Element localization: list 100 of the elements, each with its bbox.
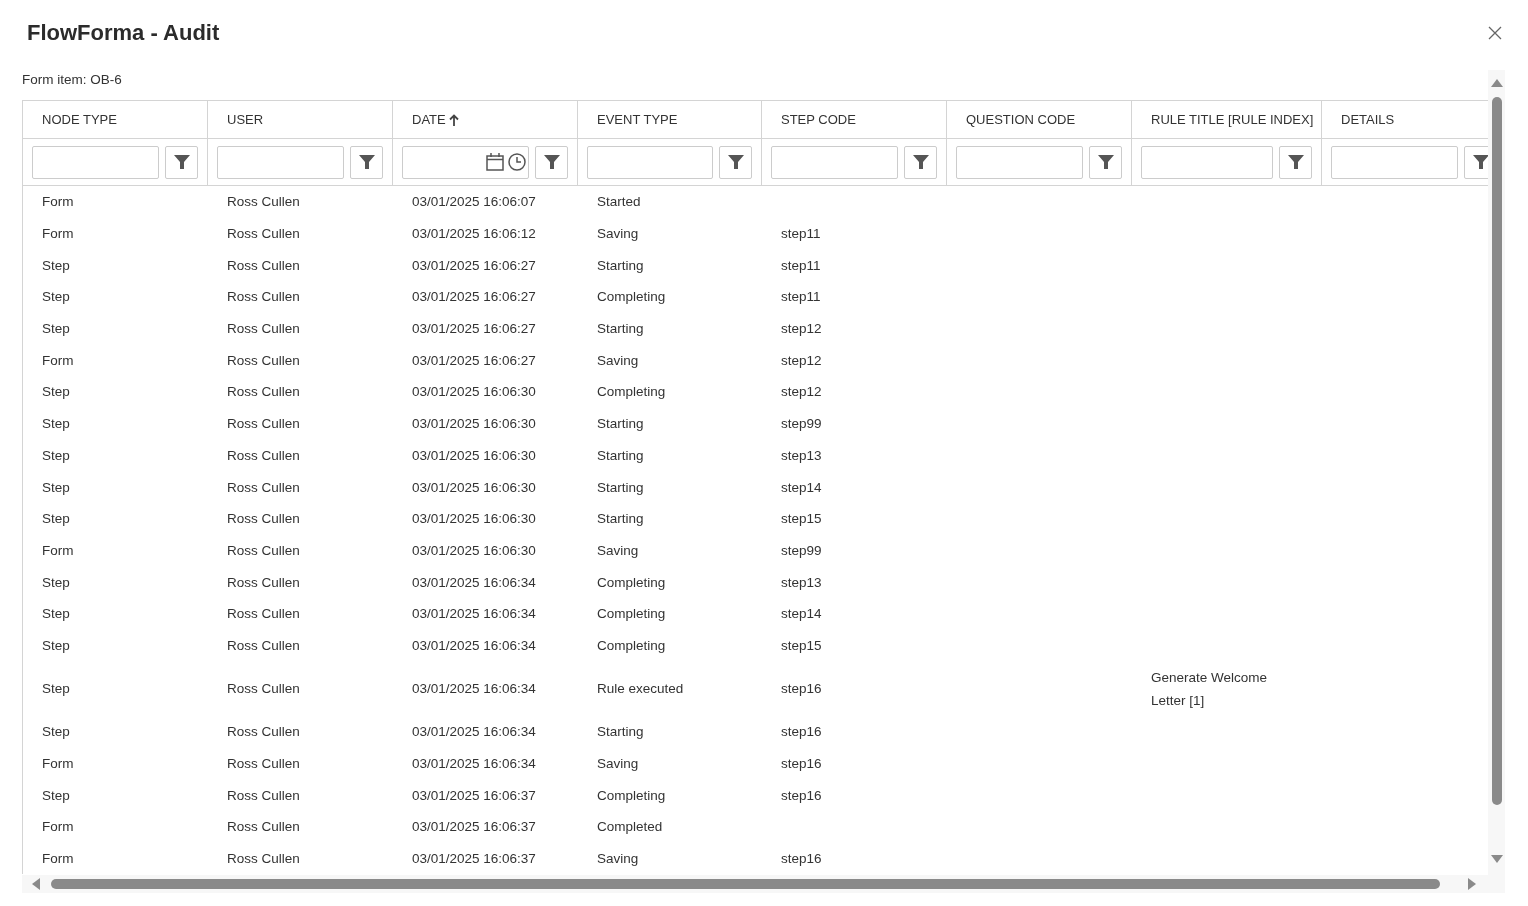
event-type-text: Started (597, 194, 641, 210)
event-type-text: Rule executed (597, 681, 684, 697)
filter-field[interactable] (1141, 145, 1273, 179)
filter-field[interactable] (956, 145, 1083, 179)
timestamp-text: 03/01/2025 16:06:34 (412, 681, 536, 697)
user-name-text: Ross Cullen (227, 289, 300, 305)
close-icon (1488, 26, 1502, 40)
step-code-text: step16 (781, 756, 822, 772)
date-filter-field[interactable] (402, 145, 529, 179)
step-code-text: step11 (781, 257, 821, 273)
filter-icon (1287, 154, 1304, 170)
node-type-text: Step (42, 416, 70, 432)
step-code-text: step16 (781, 724, 822, 740)
filter-field[interactable] (1331, 145, 1458, 179)
step-code-text: step15 (781, 637, 822, 653)
node-type-text: Step (42, 447, 70, 463)
timestamp-text: 03/01/2025 16:06:27 (412, 352, 536, 368)
node-type-text: Step (42, 321, 70, 337)
step-code-text: step12 (781, 321, 822, 337)
user-name-text: Ross Cullen (227, 542, 300, 558)
event-type-text: Starting (597, 511, 644, 527)
filter-button[interactable] (1279, 145, 1312, 179)
timestamp-text: 03/01/2025 16:06:27 (412, 289, 536, 305)
user-name-text: Ross Cullen (227, 724, 300, 740)
rule-title-text: Generate Welcome Letter [1] (1151, 669, 1268, 708)
user-name-text: Ross Cullen (227, 637, 300, 653)
user-name-text: Ross Cullen (227, 384, 300, 400)
step-code-text: step99 (781, 542, 822, 558)
filter-icon (1472, 154, 1488, 170)
filter-button[interactable] (1464, 145, 1488, 179)
filter-icon (543, 154, 560, 170)
column-header[interactable]: RULE TITLE [RULE INDEX] (1132, 101, 1322, 138)
filter-field[interactable] (32, 145, 159, 179)
scroll-right-arrow-icon[interactable] (1468, 878, 1476, 890)
filter-button[interactable] (1089, 145, 1122, 179)
node-type-text: Step (42, 289, 70, 305)
node-type-text: Step (42, 637, 70, 653)
node-type-text: Step (42, 606, 70, 622)
event-type-text: Saving (597, 851, 639, 867)
scrollbar-thumb[interactable] (1491, 97, 1502, 805)
clock-icon[interactable] (508, 153, 526, 171)
vertical-scrollbar[interactable] (1488, 70, 1505, 875)
close-button[interactable] (1488, 26, 1502, 40)
node-type-text: Form (42, 756, 74, 772)
step-code-text: step16 (781, 787, 822, 803)
column-header[interactable]: EVENT TYPE (578, 101, 762, 138)
event-type-text: Completing (597, 606, 666, 622)
column-header[interactable]: STEP CODE (762, 101, 947, 138)
timestamp-text: 03/01/2025 16:06:34 (412, 574, 536, 590)
event-type-text: Starting (597, 257, 644, 273)
column-header[interactable]: NODE TYPE (23, 101, 208, 138)
user-name-text: Ross Cullen (227, 321, 300, 337)
scroll-up-arrow-icon[interactable] (1490, 79, 1503, 87)
event-type-text: Starting (597, 724, 644, 740)
node-type-text: Form (42, 352, 74, 368)
column-header[interactable]: QUESTION CODE (947, 101, 1132, 138)
node-type-text: Form (42, 194, 74, 210)
timestamp-text: 03/01/2025 16:06:34 (412, 637, 536, 653)
timestamp-text: 03/01/2025 16:06:30 (412, 384, 536, 400)
filter-button[interactable] (719, 145, 752, 179)
filter-button[interactable] (165, 145, 198, 179)
node-type-text: Step (42, 511, 70, 527)
filter-icon (358, 154, 375, 170)
scroll-down-arrow-icon[interactable] (1490, 855, 1503, 863)
event-type-text: Completing (597, 574, 666, 590)
event-type-text: Saving (597, 756, 639, 772)
filter-icon (173, 154, 190, 170)
node-type-text: Step (42, 787, 70, 803)
user-name-text: Ross Cullen (227, 511, 300, 527)
scrollbar-thumb[interactable] (51, 879, 1440, 889)
timestamp-text: 03/01/2025 16:06:27 (412, 257, 536, 273)
event-type-text: Completed (597, 819, 663, 835)
step-code-text: step12 (781, 384, 822, 400)
event-type-text: Completing (597, 787, 666, 803)
timestamp-text: 03/01/2025 16:06:30 (412, 447, 536, 463)
filter-icon (1097, 154, 1114, 170)
user-name-text: Ross Cullen (227, 447, 300, 463)
step-code-text: step11 (781, 226, 821, 242)
timestamp-text: 03/01/2025 16:06:12 (412, 226, 536, 242)
node-type-text: Form (42, 542, 74, 558)
step-code-text: step12 (781, 352, 822, 368)
filter-button[interactable] (535, 145, 568, 179)
column-header[interactable]: USER (208, 101, 393, 138)
node-type-text: Form (42, 819, 74, 835)
event-type-text: Completing (597, 637, 666, 653)
scroll-left-arrow-icon[interactable] (32, 878, 40, 890)
filter-icon (727, 154, 744, 170)
step-code-text: step15 (781, 511, 822, 527)
timestamp-text: 03/01/2025 16:06:37 (412, 819, 536, 835)
timestamp-text: 03/01/2025 16:06:30 (412, 511, 536, 527)
filter-field[interactable] (587, 145, 713, 179)
filter-button[interactable] (350, 145, 383, 179)
horizontal-scrollbar[interactable] (22, 875, 1505, 893)
column-header[interactable]: DATE (393, 101, 578, 138)
filter-field[interactable] (217, 145, 344, 179)
calendar-icon[interactable] (486, 153, 504, 171)
event-type-text: Starting (597, 321, 644, 337)
filter-field[interactable] (771, 145, 898, 179)
timestamp-text: 03/01/2025 16:06:27 (412, 321, 536, 337)
filter-button[interactable] (904, 145, 937, 179)
